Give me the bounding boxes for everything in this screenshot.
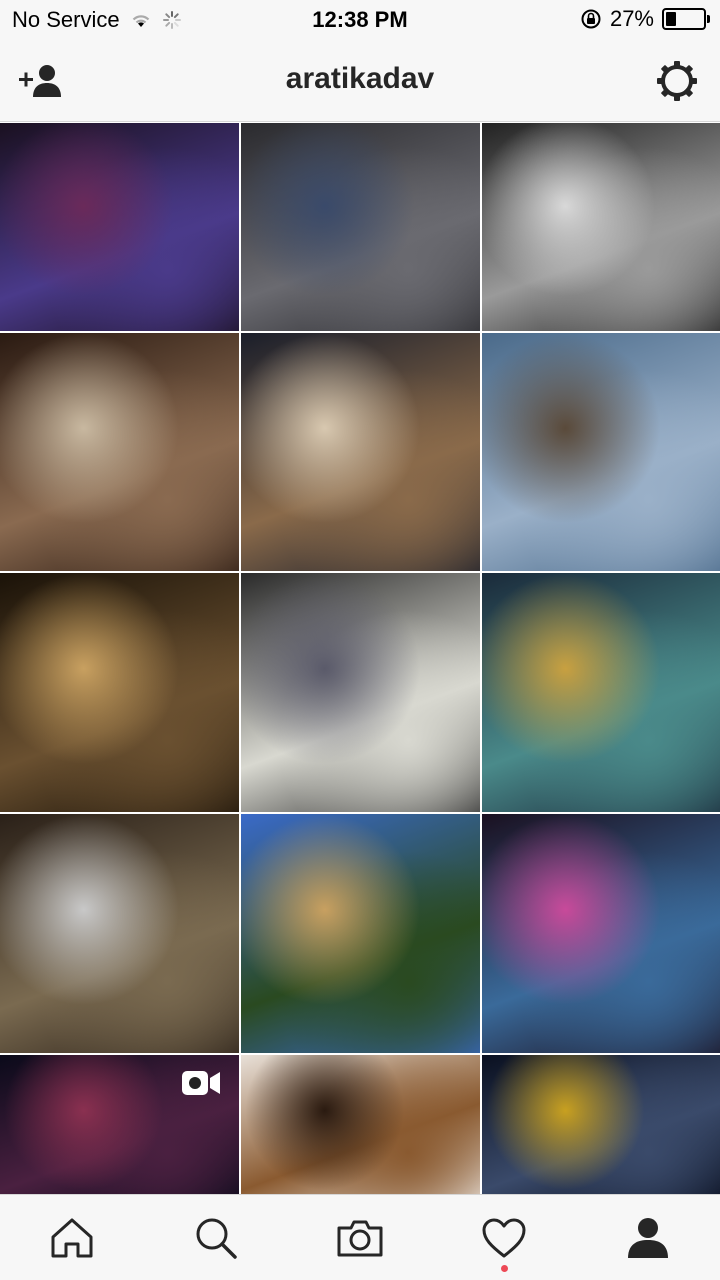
camera-icon — [337, 1220, 383, 1257]
grid-photo[interactable] — [241, 814, 480, 1053]
profile-icon — [628, 1218, 668, 1258]
video-camera-icon — [182, 1071, 220, 1095]
grid-photo[interactable] — [0, 1055, 239, 1194]
photo-thumbnail — [482, 573, 720, 812]
profile-header: aratikadav — [0, 40, 720, 122]
settings-button[interactable] — [652, 58, 702, 104]
photo-thumbnail — [482, 1055, 720, 1194]
notification-dot — [501, 1265, 508, 1272]
search-icon — [196, 1218, 237, 1259]
battery-icon — [662, 8, 710, 30]
photo-thumbnail — [241, 123, 480, 331]
photo-thumbnail — [241, 573, 480, 812]
grid-photo[interactable] — [482, 573, 720, 812]
photo-grid — [0, 123, 720, 1194]
photo-thumbnail — [241, 333, 480, 571]
tab-search[interactable] — [144, 1195, 288, 1280]
photo-thumbnail — [482, 333, 720, 571]
photo-thumbnail — [241, 814, 480, 1053]
rotation-lock-icon — [581, 9, 601, 29]
status-bar: No Service 12:38 PM 27% — [0, 0, 720, 40]
photo-thumbnail — [0, 573, 239, 812]
grid-photo[interactable] — [0, 123, 239, 331]
grid-photo[interactable] — [241, 573, 480, 812]
battery-percent: 27% — [609, 6, 654, 31]
tab-bar — [0, 1194, 720, 1280]
tab-activity[interactable] — [432, 1195, 576, 1280]
grid-photo[interactable] — [0, 814, 239, 1053]
grid-photo[interactable] — [482, 123, 720, 331]
photo-thumbnail — [0, 814, 239, 1053]
heart-icon — [482, 1218, 526, 1258]
tab-profile[interactable] — [576, 1195, 720, 1280]
gear-icon — [657, 61, 697, 101]
tab-camera[interactable] — [288, 1195, 432, 1280]
photo-thumbnail — [482, 123, 720, 331]
grid-photo[interactable] — [482, 1055, 720, 1194]
grid-photo[interactable] — [241, 333, 480, 571]
battery-level — [666, 12, 676, 26]
home-icon — [51, 1218, 93, 1258]
photo-thumbnail — [0, 333, 239, 571]
grid-photo[interactable] — [241, 123, 480, 331]
profile-username: aratikadav — [285, 62, 435, 95]
grid-photo[interactable] — [482, 333, 720, 571]
grid-photo[interactable] — [0, 573, 239, 812]
photo-thumbnail — [241, 1055, 480, 1194]
grid-photo[interactable] — [241, 1055, 480, 1194]
photo-thumbnail — [0, 123, 239, 331]
tab-home[interactable] — [0, 1195, 144, 1280]
grid-photo[interactable] — [482, 814, 720, 1053]
grid-photo[interactable] — [0, 333, 239, 571]
photo-thumbnail — [482, 814, 720, 1053]
